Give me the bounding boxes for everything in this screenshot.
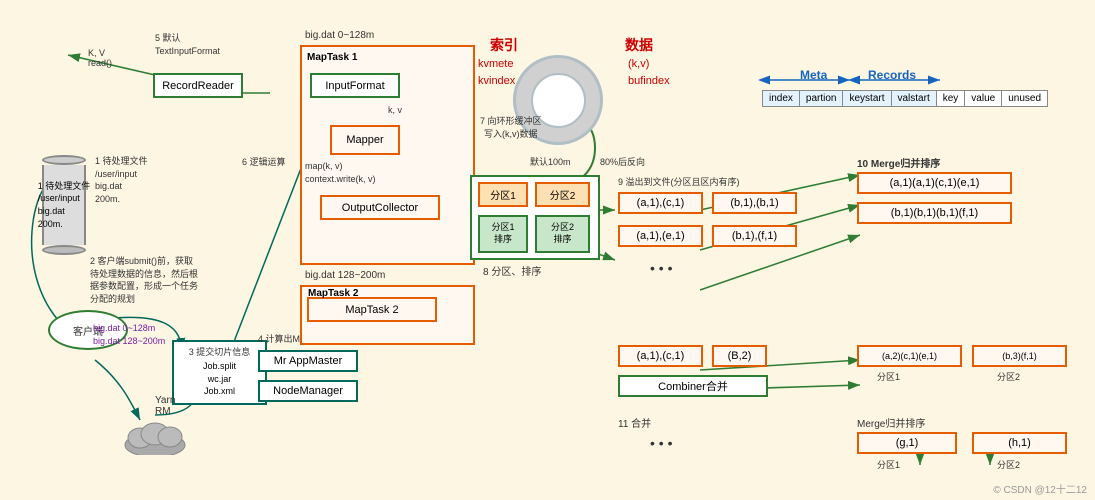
inputformat-box: InputFormat bbox=[310, 73, 400, 98]
ring-buffer-label: 7 向环形缓冲区写入(k,v)数据 bbox=[480, 115, 542, 140]
sort-label: 8 分区、排序 bbox=[483, 263, 541, 278]
merge2-label: (b,1)(b,1)(b,1)(f,1) bbox=[891, 207, 978, 219]
g1-label: (g,1) bbox=[896, 437, 919, 449]
bufindex-label: bufindex bbox=[628, 75, 670, 87]
job-files: Job.splitwc.jarJob.xml bbox=[203, 360, 236, 398]
kvindex-label: kvindex bbox=[478, 75, 515, 87]
spill-b1f1: (b,1),(f,1) bbox=[732, 230, 777, 242]
key-col: key bbox=[936, 91, 965, 107]
spill-b1b1: (b,1),(b,1) bbox=[730, 197, 778, 209]
mapper-box: Mapper bbox=[330, 125, 400, 155]
file-info-label: 1 待处理文件/user/inputbig.dat200m. bbox=[95, 155, 148, 205]
job-split-box: 3 提交切片信息 Job.splitwc.jarJob.xml bbox=[172, 340, 267, 405]
maptask2-inner: MapTask 2 bbox=[307, 297, 437, 322]
app-master-box: Mr AppMaster bbox=[258, 350, 358, 372]
record-reader-label: RecordReader bbox=[162, 80, 234, 92]
kvmete-label: kvmete bbox=[478, 58, 513, 70]
part1-sort-box: 分区1排序 bbox=[478, 215, 528, 253]
g1-box: (g,1) bbox=[857, 432, 957, 454]
app-master-label: Mr AppMaster bbox=[274, 355, 342, 367]
maptask2-title: MapTask 2 bbox=[308, 288, 358, 299]
combiner-B2-box: (B,2) bbox=[712, 345, 767, 367]
records-label: Records bbox=[868, 68, 916, 82]
combiner-a2c1e1: (a,2)(c,1)(e,1) bbox=[882, 351, 937, 361]
part2-label: 分区2 bbox=[550, 187, 576, 202]
footer: © CSDN @12十二12 bbox=[993, 481, 1087, 496]
valstart-col: valstart bbox=[891, 91, 936, 107]
merge11-label: 11 合并 bbox=[618, 415, 651, 430]
merge1-label: (a,1)(a,1)(c,1)(e,1) bbox=[890, 177, 980, 189]
combiner-a1c1-box: (a,1),(c,1) bbox=[618, 345, 703, 367]
index-title: 索引 bbox=[490, 35, 518, 55]
part1-sort-label: 分区1排序 bbox=[491, 222, 514, 245]
merge-sort-label: 10 Merge归并排序 bbox=[857, 155, 940, 170]
part1-label: 分区1 bbox=[490, 187, 516, 202]
file-splits: big.dat 0~128m big.dat 128~200m bbox=[93, 322, 165, 347]
spill-a1c1: (a,1),(c,1) bbox=[637, 197, 685, 209]
output-collector-box: OutputCollector bbox=[320, 195, 440, 220]
part2-sort-label: 分区2排序 bbox=[551, 222, 574, 245]
merge-sort-label2: Merge归并排序 bbox=[857, 415, 925, 430]
spill-b1f1-box: (b,1),(f,1) bbox=[712, 225, 797, 247]
record-reader-box: RecordReader bbox=[153, 73, 243, 98]
mapper-label: Mapper bbox=[346, 134, 383, 146]
map-kv-text: map(k, v)context.write(k, v) bbox=[305, 160, 376, 185]
combiner-result2-box: (b,3)(f,1) bbox=[972, 345, 1067, 367]
kv-data-label: (k,v) bbox=[628, 58, 649, 70]
combiner-part2-label: 分区2 bbox=[997, 370, 1020, 383]
yarn-rm-label: YarnRM bbox=[155, 395, 175, 417]
spill-dots1: • • • bbox=[650, 260, 672, 276]
file-content: 1 待处理文件 /user/input big.dat 200m. bbox=[38, 180, 91, 230]
spill-a1e1-box: (a,1),(e,1) bbox=[618, 225, 703, 247]
combiner-result1-box: (a,2)(c,1)(e,1) bbox=[857, 345, 962, 367]
combiner-box: Combiner合并 bbox=[618, 375, 768, 397]
spill-a1e1: (a,1),(e,1) bbox=[636, 230, 684, 242]
final-part1-label: 分区1 bbox=[877, 458, 900, 471]
index-col: index bbox=[763, 91, 800, 107]
spill-label: 9 溢出到文件(分区且区内有序) bbox=[618, 175, 740, 188]
value-col: value bbox=[965, 91, 1002, 107]
combiner-B2: (B,2) bbox=[728, 350, 752, 362]
final-part2-label: 分区2 bbox=[997, 458, 1020, 471]
combiner-b3f1: (b,3)(f,1) bbox=[1002, 351, 1037, 361]
maptask1-label: MapTask 1 bbox=[307, 52, 357, 63]
split-info-label: 3 提交切片信息 bbox=[189, 345, 251, 358]
combiner-label: Combiner合并 bbox=[658, 378, 728, 394]
spill-b1b1-box: (b,1),(b,1) bbox=[712, 192, 797, 214]
data-title: 数据 bbox=[625, 35, 653, 55]
merge1-box: (a,1)(a,1)(c,1)(e,1) bbox=[857, 172, 1012, 194]
h1-box: (h,1) bbox=[972, 432, 1067, 454]
node-manager-label: NodeManager bbox=[273, 385, 343, 397]
combiner-a1c1: (a,1),(c,1) bbox=[637, 350, 685, 362]
meta-label: Meta bbox=[800, 68, 827, 82]
h1-label: (h,1) bbox=[1008, 437, 1031, 449]
part1-box: 分区1 bbox=[478, 182, 528, 207]
default-textinput-label: 5 默认TextInputFormat bbox=[155, 32, 220, 57]
keystart-col: keystart bbox=[843, 91, 891, 107]
default-100m: 默认100m bbox=[530, 155, 571, 168]
maptask2-text: MapTask 2 bbox=[345, 304, 398, 316]
merge2-box: (b,1)(b,1)(b,1)(f,1) bbox=[857, 202, 1012, 224]
part2-box: 分区2 bbox=[535, 182, 590, 207]
kv-out-label: k, v bbox=[388, 105, 402, 115]
partion-col: partion bbox=[799, 91, 843, 107]
dots2: • • • bbox=[650, 435, 672, 451]
unused-col: unused bbox=[1002, 91, 1048, 107]
spill-a1c1-box: (a,1),(c,1) bbox=[618, 192, 703, 214]
percent-80: 80%后反向 bbox=[600, 155, 645, 168]
file-cylinder: 1 待处理文件 /user/input big.dat 200m. bbox=[42, 155, 86, 255]
inputformat-label: InputFormat bbox=[325, 80, 384, 92]
logic-label: 6 逻辑运算 bbox=[242, 155, 286, 168]
kv-read-label: K, Vread() bbox=[88, 48, 112, 68]
meta-records-table: index partion keystart valstart key valu… bbox=[762, 90, 1048, 107]
bigdat1-label: big.dat 0~128m bbox=[305, 30, 374, 41]
node-manager-box: NodeManager bbox=[258, 380, 358, 402]
output-collector-label: OutputCollector bbox=[342, 202, 418, 214]
submit-description: 2 客户端submit()前，获取待处理数据的信息，然后根据参数配置，形成一个任… bbox=[90, 255, 198, 305]
combiner-part1-label: 分区1 bbox=[877, 370, 900, 383]
bigdat2-label: big.dat 128~200m bbox=[305, 270, 385, 281]
part2-sort-box: 分区2排序 bbox=[535, 215, 590, 253]
